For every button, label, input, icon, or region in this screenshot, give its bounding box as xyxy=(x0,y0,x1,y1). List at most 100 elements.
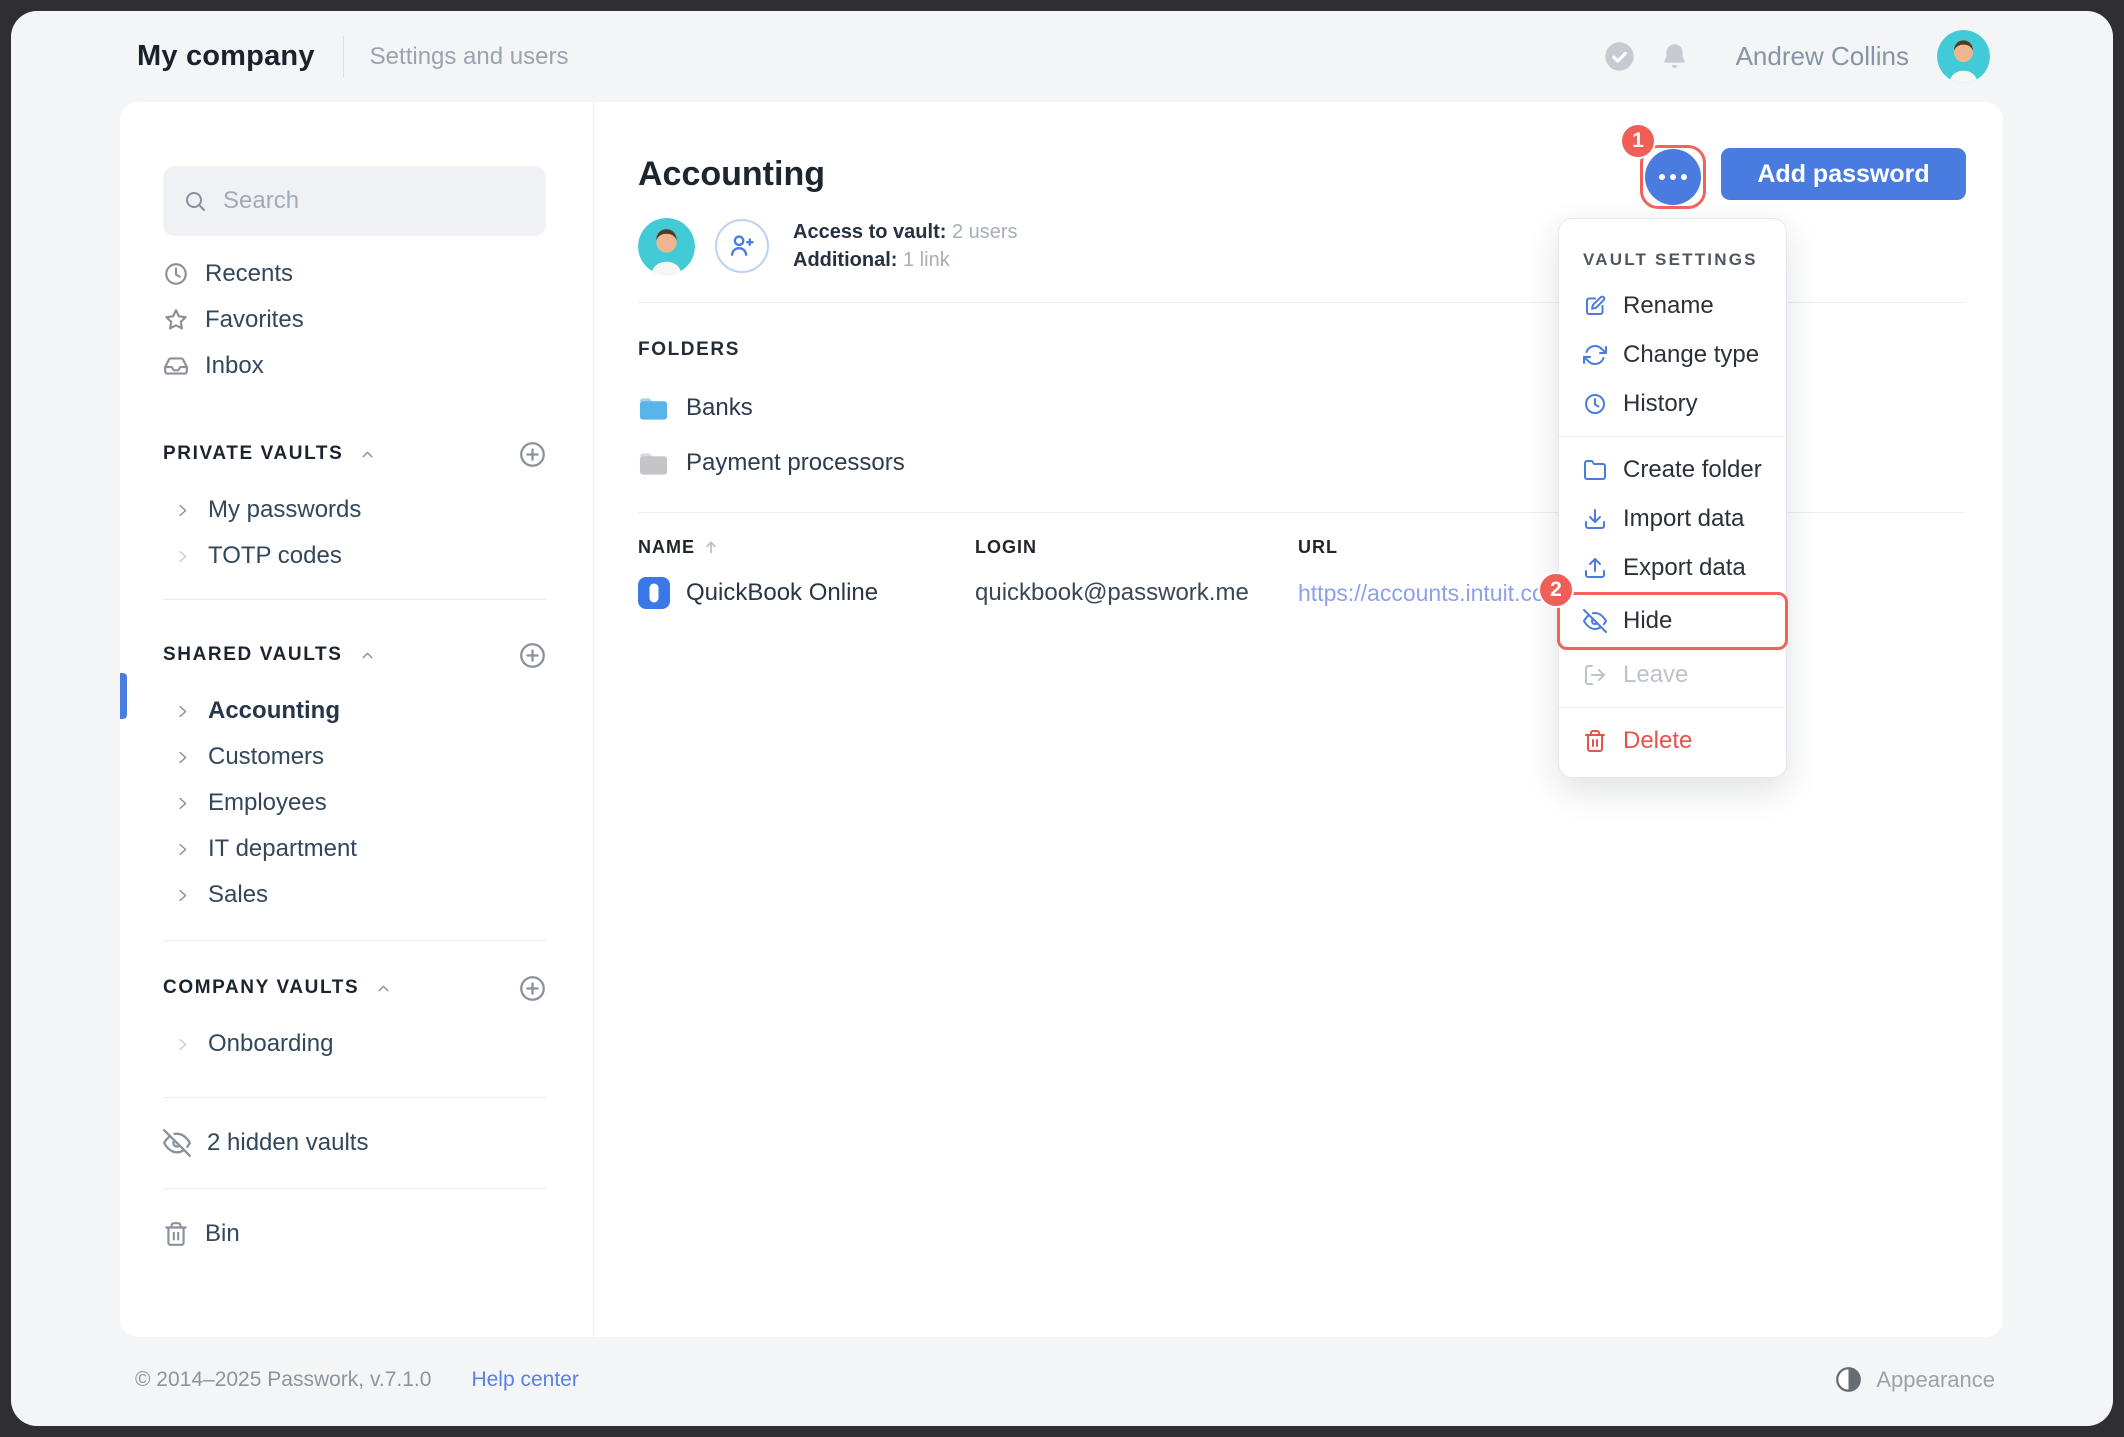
invite-user-button[interactable] xyxy=(715,219,769,273)
section-title: COMPANY VAULTS xyxy=(163,977,359,999)
sidebar-item-label: Favorites xyxy=(205,306,304,334)
sidebar-item-inbox[interactable]: Inbox xyxy=(163,343,546,389)
chevron-right-icon xyxy=(175,796,190,811)
chevron-right-icon xyxy=(175,842,190,857)
sidebar-item-favorites[interactable]: Favorites xyxy=(163,297,546,343)
vault-label: Employees xyxy=(208,789,327,817)
vault-label: Sales xyxy=(208,881,268,909)
menu-title: VAULT SETTINGS xyxy=(1559,239,1786,281)
person-plus-icon xyxy=(728,232,756,260)
appearance-label: Appearance xyxy=(1876,1367,1995,1393)
vault-label: Accounting xyxy=(208,697,340,725)
settings-and-users-link[interactable]: Settings and users xyxy=(370,43,569,71)
vault-label: TOTP codes xyxy=(208,542,342,570)
add-vault-button[interactable] xyxy=(519,441,546,468)
password-name: QuickBook Online xyxy=(686,579,878,607)
vault-item-it-department[interactable]: IT department xyxy=(163,826,546,872)
search-icon xyxy=(183,189,207,213)
menu-item-label: Export data xyxy=(1623,554,1746,582)
section-company-vaults[interactable]: COMPANY VAULTS xyxy=(163,965,546,1011)
sidebar-divider xyxy=(163,599,546,600)
menu-item-label: History xyxy=(1623,390,1698,418)
menu-item-history[interactable]: History xyxy=(1559,379,1786,428)
rename-icon xyxy=(1583,294,1607,318)
sidebar-divider xyxy=(163,1188,546,1189)
add-vault-button[interactable] xyxy=(519,975,546,1002)
annotation-step-1-badge: 1 xyxy=(1620,123,1656,159)
vault-access-info: Access to vault: 2 users Additional: 1 l… xyxy=(793,218,1018,274)
help-center-link[interactable]: Help center xyxy=(471,1368,578,1392)
vault-item-onboarding[interactable]: Onboarding xyxy=(163,1021,546,1067)
main-panel: Accounting xyxy=(594,102,2003,1337)
menu-item-change-type[interactable]: Change type xyxy=(1559,330,1786,379)
vault-label: My passwords xyxy=(208,496,361,524)
vault-label: IT department xyxy=(208,835,357,863)
appearance-contrast-icon xyxy=(1835,1366,1862,1393)
search-input[interactable] xyxy=(223,187,526,215)
annotation-step-2-badge: 2 xyxy=(1538,572,1574,608)
annotation-highlight-more-button xyxy=(1640,145,1706,209)
menu-item-create-folder[interactable]: Create folder xyxy=(1559,445,1786,494)
menu-item-hide[interactable]: Hide xyxy=(1557,592,1788,650)
inbox-icon xyxy=(163,353,189,379)
leave-icon xyxy=(1583,663,1607,687)
sidebar-divider xyxy=(163,1097,546,1098)
menu-item-import-data[interactable]: Import data xyxy=(1559,494,1786,543)
section-private-vaults[interactable]: PRIVATE VAULTS xyxy=(163,431,546,477)
topbar-divider xyxy=(343,36,344,78)
export-icon xyxy=(1583,556,1607,580)
sidebar-item-recents[interactable]: Recents xyxy=(163,251,546,297)
menu-item-label: Import data xyxy=(1623,505,1744,533)
top-bar: My company Settings and users Andrew Col… xyxy=(11,11,2113,102)
vault-member-avatar[interactable] xyxy=(638,218,695,275)
sort-arrow-up-icon xyxy=(703,539,719,555)
menu-item-label: Rename xyxy=(1623,292,1714,320)
star-icon xyxy=(163,307,189,333)
vault-item-sales[interactable]: Sales xyxy=(163,872,546,918)
menu-item-label: Create folder xyxy=(1623,456,1762,484)
status-check-icon[interactable] xyxy=(1604,41,1635,72)
menu-item-rename[interactable]: Rename xyxy=(1559,281,1786,330)
hidden-vaults-label: 2 hidden vaults xyxy=(207,1129,368,1157)
vault-label: Customers xyxy=(208,743,324,771)
sidebar-item-bin[interactable]: Bin xyxy=(163,1211,546,1257)
vault-more-button[interactable] xyxy=(1645,149,1701,205)
hidden-vaults-toggle[interactable]: 2 hidden vaults xyxy=(163,1120,546,1166)
chevron-right-icon xyxy=(175,888,190,903)
clock-icon xyxy=(163,261,189,287)
sidebar: Recents Favorites Inbox xyxy=(120,102,594,1337)
vault-item-customers[interactable]: Customers xyxy=(163,734,546,780)
column-header-name[interactable]: NAME xyxy=(638,537,975,558)
search-box[interactable] xyxy=(163,166,546,236)
section-shared-vaults[interactable]: SHARED VAULTS xyxy=(163,632,546,678)
column-header-login[interactable]: LOGIN xyxy=(975,537,1298,558)
vault-item-totp-codes[interactable]: TOTP codes xyxy=(163,533,546,579)
menu-item-label: Delete xyxy=(1623,727,1692,755)
trash-icon xyxy=(163,1221,189,1247)
menu-item-label: Leave xyxy=(1623,661,1688,689)
vault-item-employees[interactable]: Employees xyxy=(163,780,546,826)
folder-name: Payment processors xyxy=(686,449,905,477)
menu-divider xyxy=(1559,436,1786,437)
current-user-name[interactable]: Andrew Collins xyxy=(1736,41,1909,72)
delete-trash-icon xyxy=(1583,729,1607,753)
menu-item-delete[interactable]: Delete xyxy=(1559,716,1786,765)
appearance-toggle[interactable]: Appearance xyxy=(1835,1366,1995,1393)
notifications-bell-icon[interactable] xyxy=(1659,41,1690,72)
refresh-icon xyxy=(1583,343,1607,367)
add-password-button[interactable]: Add password xyxy=(1721,148,1966,200)
menu-item-leave[interactable]: Leave xyxy=(1559,650,1786,699)
additional-value: 1 link xyxy=(903,249,950,271)
workspace-title: My company xyxy=(137,40,315,73)
folder-icon xyxy=(1583,458,1607,482)
section-title: SHARED VAULTS xyxy=(163,644,343,666)
vault-item-my-passwords[interactable]: My passwords xyxy=(163,487,546,533)
vault-item-accounting[interactable]: Accounting xyxy=(163,688,546,734)
copyright-text: © 2014–2025 Passwork, v.7.1.0 xyxy=(135,1368,431,1392)
bin-label: Bin xyxy=(205,1220,240,1248)
add-vault-button[interactable] xyxy=(519,642,546,669)
access-value: 2 users xyxy=(952,221,1018,243)
user-avatar[interactable] xyxy=(1937,30,1990,83)
menu-item-export-data[interactable]: Export data xyxy=(1559,543,1786,592)
chevron-up-icon xyxy=(359,446,376,463)
